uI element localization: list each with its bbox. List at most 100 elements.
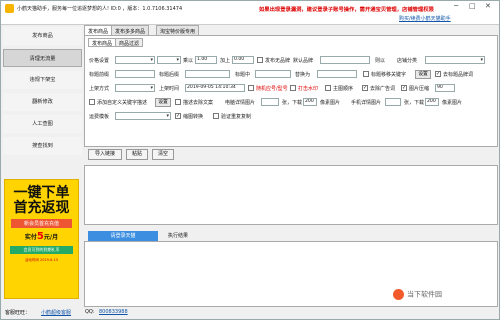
desc-remove-label: 描述去除文案 [183, 100, 214, 106]
tab-publish[interactable]: 发布商品 [84, 25, 113, 35]
up-time-label: 上架时间 [159, 86, 180, 92]
status-bar: 客服旺旺： 小鹤超级客服 QQ: 800833988 [1, 307, 499, 319]
custom-keyword-checkbox[interactable] [89, 99, 95, 105]
no-brand-checkbox[interactable] [257, 57, 263, 63]
watermark-checkbox[interactable] [290, 85, 296, 91]
main-area: 发布商品 发布多多商品 淘宝特价版专用 发布商品 商品过滤 价格设置 乘以 1.… [84, 25, 498, 307]
remove-brand-label: 去标题品牌词 [443, 72, 474, 78]
remove-ad-label: 去除广告词 [370, 86, 396, 92]
title-set-button[interactable]: 设置 [415, 70, 431, 79]
multiply-label: 乘以 [183, 58, 194, 64]
promo-sub: 新会员首充充值 [11, 219, 72, 228]
ship-template-select[interactable] [115, 112, 171, 120]
up-mode-select[interactable] [115, 84, 155, 92]
title-suffix-label: 标题后缀 [159, 72, 180, 78]
support-label: 客服旺旺： [5, 310, 31, 316]
publish-panel: 发布商品 商品过滤 价格设置 乘以 1.00 加上 0.00 发布无品牌 默认品… [84, 35, 498, 147]
replace-input[interactable] [317, 70, 357, 78]
zoom-label: 缩图转换 [183, 114, 204, 120]
promo-date: 活动时间 2019-8-15 [24, 258, 59, 262]
sidebar-item-publish[interactable]: 发布商品 [3, 27, 82, 45]
pc-detail-label: 电脑详情图片 [225, 100, 256, 106]
tab-publish-pdd[interactable]: 发布多多商品 [111, 25, 150, 35]
subtab-filter[interactable]: 商品过滤 [115, 38, 144, 47]
import-button[interactable]: 导入链接 [88, 149, 122, 160]
ship-label: 则以 [375, 58, 386, 64]
default-brand-input[interactable] [320, 56, 370, 64]
maximize-icon[interactable]: □ [469, 2, 476, 10]
custom-set-button[interactable]: 设置 [155, 98, 171, 107]
clear-button[interactable]: 清空 [152, 149, 174, 160]
title-suffix-input[interactable] [185, 70, 230, 78]
verify-checkbox[interactable] [213, 113, 219, 119]
default-brand-label: 默认品牌 [293, 58, 314, 64]
sidebar-item-refresh[interactable]: 翻新修改 [3, 93, 82, 111]
remove-ad-checkbox[interactable]: ✓ [362, 85, 368, 91]
download-label: 张，下载 [282, 100, 303, 106]
store-category-select[interactable] [425, 56, 485, 64]
promo-price: 实付5元/月 [24, 231, 59, 242]
verify-label: 验证重复复制 [221, 114, 252, 120]
mobile-detail-label: 手机详情图片 [351, 100, 382, 106]
compress-checkbox[interactable]: ✓ [401, 85, 407, 91]
watermark-label: 打击水印 [298, 86, 319, 92]
sidebar-item-violation[interactable]: 违规下架宝 [3, 71, 82, 89]
desc-remove-checkbox[interactable] [175, 99, 181, 105]
promo-note: 会员可到的到期礼币 [10, 246, 73, 254]
price-op-select[interactable] [157, 56, 181, 64]
subtab-publish[interactable]: 发布商品 [88, 38, 117, 47]
custom-keyword-label: 添加自定义关键字描述 [97, 100, 148, 106]
pc-detail-input[interactable] [261, 98, 279, 106]
title-mid-input[interactable] [255, 70, 291, 78]
remove-brand-checkbox[interactable]: ✓ [435, 71, 441, 77]
tab-taobao-special[interactable]: 淘宝特价版专用 [156, 25, 200, 35]
sidebar-item-search[interactable]: 搜查找到 [3, 137, 82, 155]
sidebar: 发布商品 清理无流量 违规下架宝 翻新修改 人工查图 搜查找到 [3, 27, 82, 159]
title-prefix-input[interactable] [115, 70, 155, 78]
promo-headline-1: 一键下单 [13, 185, 70, 201]
ship-template-label: 运费模板 [89, 114, 110, 120]
replace-label: 替换为 [295, 72, 311, 78]
up-time-input[interactable]: 2019-09-05 14:10:34 [185, 84, 245, 92]
title-bar: 小鹤天猫助手，服务每一位追逐梦想的人! ID:0 ，版本：1.0.7106.31… [1, 1, 499, 25]
add-input[interactable]: 0.00 [232, 56, 254, 64]
random-model-label: 随机应号/型号 [256, 86, 288, 92]
px-label: 像素图片 [320, 100, 341, 106]
download-input[interactable]: 200 [303, 98, 317, 106]
window-title: 小鹤天猫助手，服务每一位追逐梦想的人! ID:0 ，版本：1.0.7106.31… [17, 6, 183, 12]
title-move-checkbox[interactable] [363, 71, 369, 77]
title-prefix-label: 标题前缀 [89, 72, 110, 78]
paste-button[interactable]: 粘贴 [126, 149, 148, 160]
app-logo-icon [5, 4, 14, 13]
buy-link[interactable]: 购买/续费小鹤天猫助手 [399, 15, 451, 22]
price-mode-select[interactable] [115, 56, 155, 64]
add-label: 加上 [220, 58, 231, 64]
watermark: 当下软件园 [393, 289, 442, 300]
close-icon[interactable]: ✕ [485, 2, 491, 10]
mobile-px-label: 像素图片 [442, 100, 463, 106]
compress-input[interactable]: 90 [435, 84, 455, 92]
qq-label: QQ: [85, 309, 95, 315]
no-brand-label: 发布无品牌 [265, 58, 291, 64]
main-image-order-label: 主图顺序 [333, 86, 354, 92]
sidebar-item-clean[interactable]: 清理无流量 [3, 49, 82, 67]
mobile-download-input[interactable]: 200 [425, 98, 439, 106]
title-move-label: 标题移移关键字 [371, 72, 407, 78]
zoom-checkbox[interactable]: ✓ [175, 113, 181, 119]
up-mode-label: 上架方式 [89, 86, 110, 92]
multiply-input[interactable]: 1.00 [195, 56, 217, 64]
title-mid-label: 标题中 [235, 72, 251, 78]
qq-link[interactable]: 800833988 [99, 309, 128, 315]
minimize-icon[interactable]: ─ [454, 2, 458, 10]
support-link[interactable]: 小鹤超级客服 [41, 309, 71, 316]
promo-headline-2: 首充返现 [13, 200, 70, 216]
store-category-label: 店铺分类 [397, 58, 418, 64]
main-image-order-checkbox[interactable] [325, 85, 331, 91]
mobile-download-label: 张，下载 [404, 100, 425, 106]
price-label: 价格设置 [89, 58, 110, 64]
promo-banner[interactable]: 一键下单 首充返现 新会员首充充值 实付5元/月 会员可到的到期礼币 活动时间 … [4, 179, 79, 299]
random-model-checkbox[interactable] [248, 85, 254, 91]
mobile-detail-input[interactable] [385, 98, 401, 106]
sidebar-item-image-check[interactable]: 人工查图 [3, 115, 82, 133]
link-input-area[interactable] [84, 165, 498, 225]
